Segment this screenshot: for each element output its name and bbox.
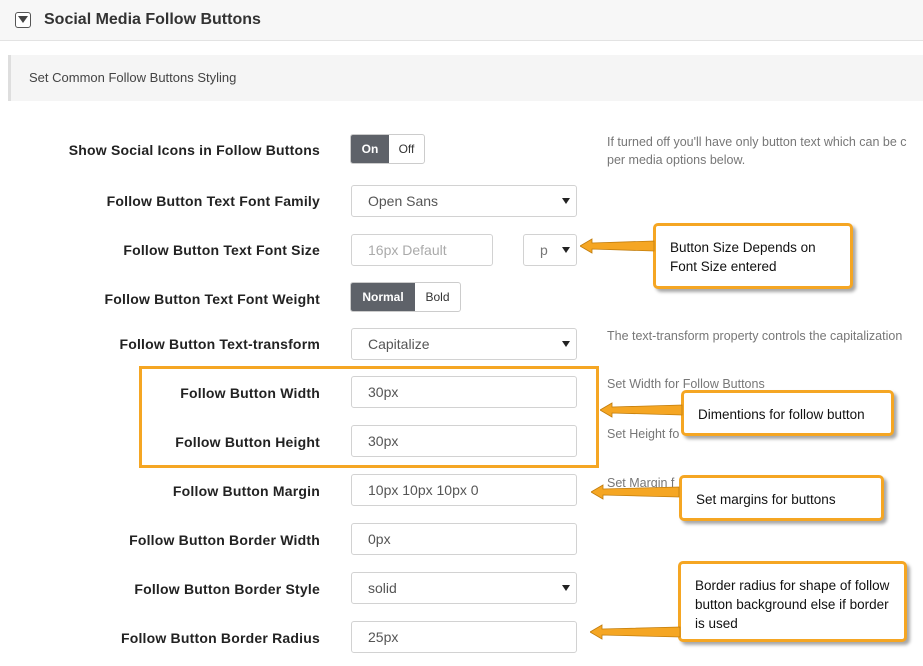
callout-dimensions: Dimentions for follow button [681, 390, 894, 436]
font-weight-label: Follow Button Text Font Weight [104, 291, 320, 307]
collapse-toggle-button[interactable] [15, 12, 31, 28]
show-icons-on-button[interactable]: On [351, 135, 389, 163]
border-width-label: Follow Button Border Width [129, 532, 320, 548]
arrow-left-icon [591, 484, 680, 500]
callout-border-radius: Border radius for shape of follow button… [678, 561, 907, 642]
font-family-value: Open Sans [368, 193, 439, 209]
section-bar: Set Common Follow Buttons Styling [8, 55, 923, 101]
text-transform-label: Follow Button Text-transform [119, 336, 320, 352]
font-weight-normal-button[interactable]: Normal [351, 283, 415, 311]
border-style-select[interactable]: solid [351, 572, 577, 604]
show-icons-label: Show Social Icons in Follow Buttons [68, 142, 320, 158]
font-weight-toggle: Normal Bold [350, 282, 461, 312]
font-weight-bold-button[interactable]: Bold [415, 283, 460, 311]
margin-input[interactable]: 10px 10px 10px 0 [351, 474, 577, 506]
dimensions-highlight-box [139, 366, 599, 468]
arrow-left-icon [580, 238, 655, 254]
font-size-input[interactable]: 16px Default [351, 234, 493, 266]
text-transform-help: The text-transform property controls the… [607, 329, 903, 343]
callout-font-size: Button Size Depends on Font Size entered [653, 223, 853, 289]
border-style-value: solid [368, 580, 397, 596]
text-transform-value: Capitalize [368, 336, 430, 352]
margin-label: Follow Button Margin [172, 483, 320, 499]
text-transform-select[interactable]: Capitalize [351, 328, 577, 360]
border-radius-value: 25px [368, 629, 399, 645]
arrow-left-icon [590, 624, 681, 640]
font-size-label: Follow Button Text Font Size [123, 242, 320, 258]
arrow-left-icon [600, 402, 683, 418]
panel-title: Social Media Follow Buttons [44, 11, 261, 28]
chevron-down-icon [562, 198, 570, 204]
chevron-down-icon [18, 16, 28, 23]
margin-value: 10px 10px 10px 0 [368, 482, 479, 498]
show-icons-toggle: On Off [350, 134, 425, 164]
chevron-down-icon [562, 341, 570, 347]
font-size-unit-value: p [540, 242, 548, 258]
border-width-value: 0px [368, 531, 391, 547]
show-icons-help-line1: If turned off you'll have only button te… [607, 135, 907, 149]
callout-margins: Set margins for buttons [679, 475, 884, 521]
font-family-select[interactable]: Open Sans [351, 185, 577, 217]
chevron-down-icon [562, 247, 570, 253]
panel-header: Social Media Follow Buttons [0, 0, 923, 41]
border-width-input[interactable]: 0px [351, 523, 577, 555]
border-radius-label: Follow Button Border Radius [120, 630, 320, 646]
font-family-label: Follow Button Text Font Family [106, 193, 320, 209]
font-size-unit-select[interactable]: p [523, 234, 577, 266]
font-size-placeholder: 16px Default [368, 242, 447, 258]
border-radius-input[interactable]: 25px [351, 621, 577, 653]
show-icons-off-button[interactable]: Off [389, 135, 424, 163]
border-style-label: Follow Button Border Style [134, 581, 320, 597]
height-help: Set Height fo [607, 427, 680, 441]
show-icons-help-line2: per media options below. [607, 153, 746, 167]
section-label: Set Common Follow Buttons Styling [29, 70, 237, 85]
chevron-down-icon [562, 585, 570, 591]
